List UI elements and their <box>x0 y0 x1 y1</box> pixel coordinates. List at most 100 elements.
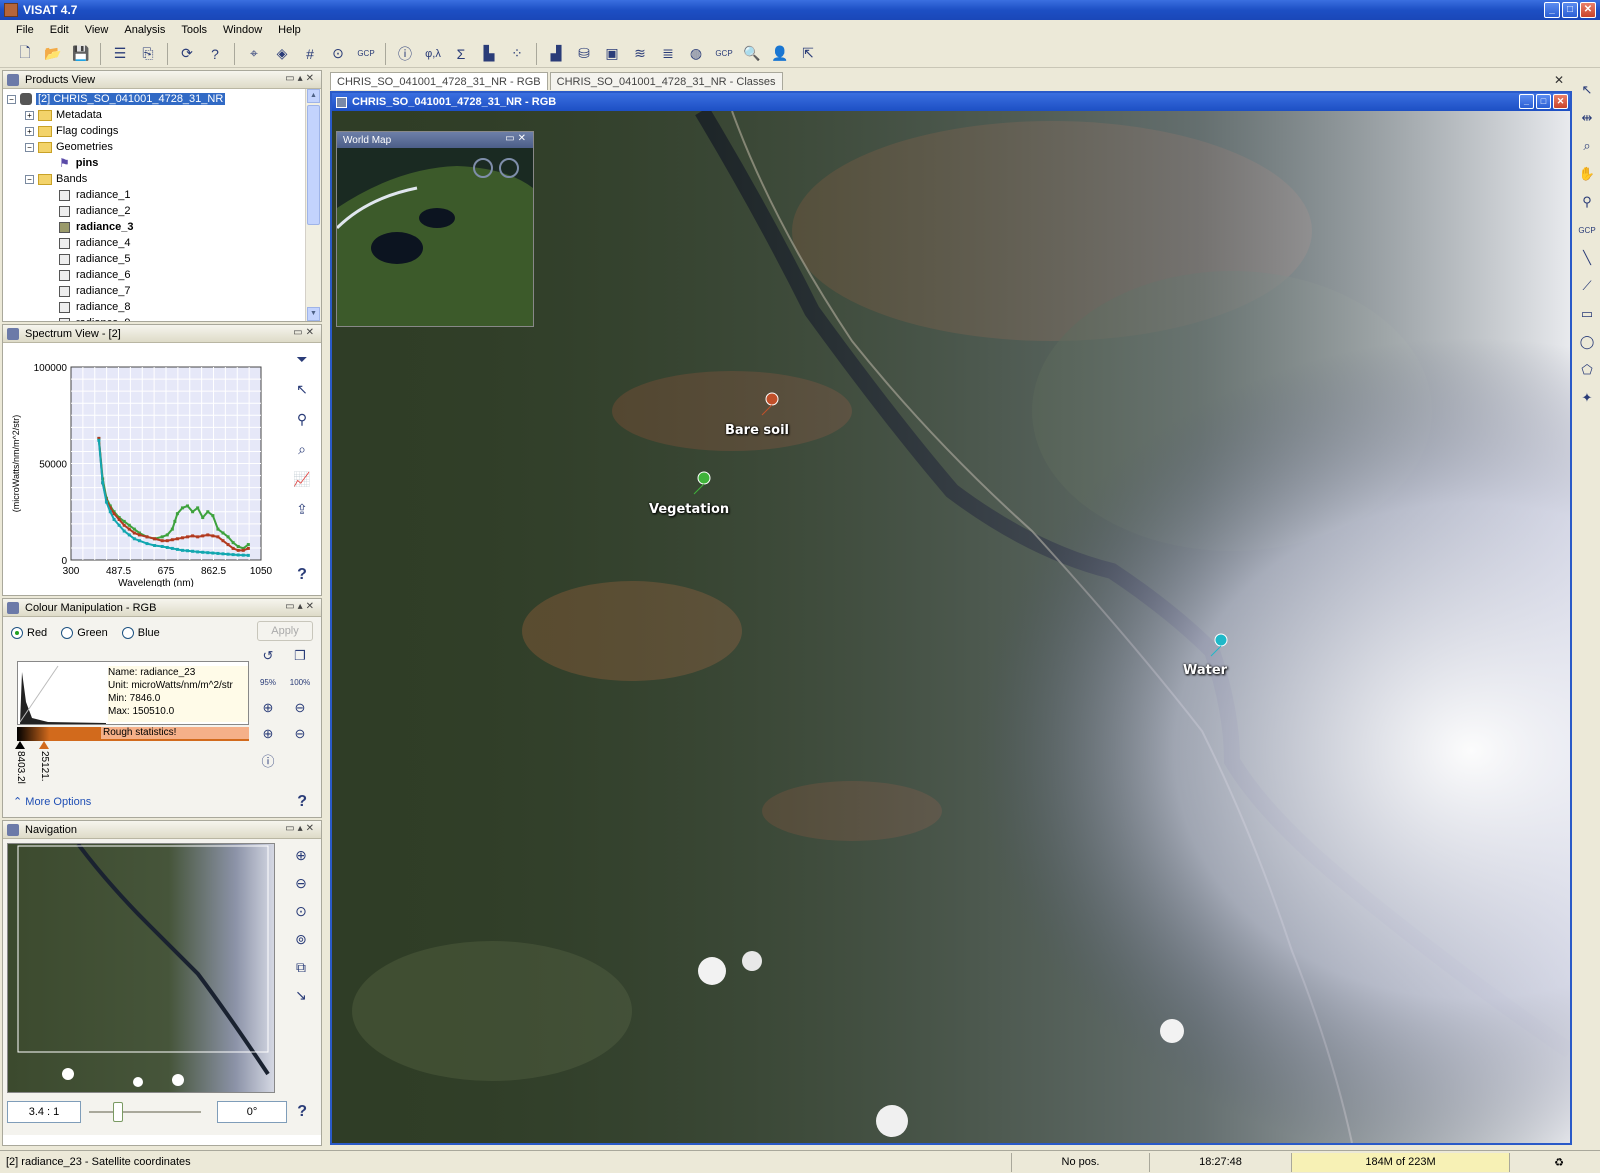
band-row[interactable]: radiance_2 <box>3 203 321 219</box>
radio-red[interactable]: Red <box>11 627 47 639</box>
line-drawing-icon[interactable]: ╲ <box>1575 246 1599 270</box>
stretch-95-icon[interactable]: 95% <box>255 671 281 693</box>
sum-icon[interactable]: Σ <box>448 42 474 66</box>
apply-button[interactable]: Apply <box>257 621 313 641</box>
zoom-out-icon[interactable]: ⊖ <box>289 871 313 895</box>
tree-metadata-row[interactable]: + Metadata <box>3 107 321 123</box>
graticule-icon[interactable]: # <box>297 42 323 66</box>
select-tool-icon[interactable]: ↖ <box>1575 78 1599 102</box>
polyline-drawing-icon[interactable]: ⟋ <box>1575 274 1599 298</box>
zoom-ratio-field[interactable]: 3.4 : 1 <box>7 1101 81 1123</box>
tree-pins-row[interactable]: ⚑ pins <box>3 155 321 171</box>
polygon-drawing-icon[interactable]: ⬠ <box>1575 358 1599 382</box>
zoom-out-horizontal-icon[interactable]: ⊖ <box>287 697 313 719</box>
max-slider-handle[interactable] <box>39 741 49 749</box>
scatter-icon[interactable]: ⁘ <box>504 42 530 66</box>
scroll-up-icon[interactable]: ▲ <box>307 89 320 103</box>
gcp-tool-icon[interactable]: GCP <box>711 42 737 66</box>
product-name[interactable]: [2] CHRIS_SO_041001_4728_31_NR <box>36 93 226 105</box>
menu-file[interactable]: File <box>8 24 42 36</box>
tree-bands-row[interactable]: − Bands <box>3 171 321 187</box>
reset-icon[interactable]: ↺ <box>255 645 281 667</box>
range-finder-icon[interactable]: ⇹ <box>1575 106 1599 130</box>
cascade-icon[interactable]: ≋ <box>627 42 653 66</box>
database-icon[interactable]: ⛁ <box>571 42 597 66</box>
globe-icon[interactable]: ◍ <box>683 42 709 66</box>
pin-manager-icon[interactable]: ⌖ <box>241 42 267 66</box>
pin-placing-icon[interactable]: ⚲ <box>1575 190 1599 214</box>
pin-marker-bare-soil[interactable] <box>765 392 779 406</box>
tree-product-row[interactable]: − [2] CHRIS_SO_041001_4728_31_NR <box>3 91 321 107</box>
stack-icon[interactable]: ≣ <box>655 42 681 66</box>
magic-wand-icon[interactable]: ✦ <box>1575 386 1599 410</box>
menu-window[interactable]: Window <box>215 24 270 36</box>
spectrum-help-icon[interactable]: ? <box>290 563 314 587</box>
info-colour-icon[interactable]: ⓘ <box>255 749 281 771</box>
zoom-slider-knob[interactable] <box>113 1102 123 1122</box>
band-row[interactable]: radiance_5 <box>3 251 321 267</box>
tree-geometries-row[interactable]: − Geometries <box>3 139 321 155</box>
open-product-icon[interactable]: 📂 <box>40 42 66 66</box>
collapse-icon[interactable]: − <box>25 142 34 152</box>
zoom-tool-icon[interactable]: ⌕ <box>1575 134 1599 158</box>
expand-icon[interactable]: + <box>25 110 34 120</box>
band-row[interactable]: radiance_9 <box>3 315 321 321</box>
menu-view[interactable]: View <box>77 24 117 36</box>
panel-controls-icon[interactable]: ▭▴✕ <box>285 823 317 834</box>
band-row[interactable]: radiance_3 <box>3 219 321 235</box>
rotation-field[interactable]: 0° <box>217 1101 287 1123</box>
layer-icon[interactable]: ◈ <box>269 42 295 66</box>
zoom-tool-icon[interactable]: 🔍 <box>739 42 765 66</box>
copy-icon[interactable]: ❐ <box>287 645 313 667</box>
statistics-icon[interactable]: ▙ <box>476 42 502 66</box>
menu-edit[interactable]: Edit <box>42 24 77 36</box>
scroll-thumb[interactable] <box>307 105 320 225</box>
sync-views-icon[interactable]: ⧉ <box>289 955 313 979</box>
gcp-placing-icon[interactable]: GCP <box>1575 218 1599 242</box>
menu-help[interactable]: Help <box>270 24 309 36</box>
tab-classes[interactable]: CHRIS_SO_041001_4728_31_NR - Classes <box>549 72 783 90</box>
navigation-help-icon[interactable]: ? <box>297 1103 307 1121</box>
close-tab-icon[interactable]: ✕ <box>1554 73 1564 87</box>
zoom-slider-track[interactable] <box>89 1111 201 1113</box>
radio-blue-dot[interactable] <box>121 627 134 639</box>
sync-cursor-icon[interactable]: ↘ <box>289 983 313 1007</box>
products-scrollbar[interactable]: ▲ ▼ <box>305 89 321 321</box>
cursor-sync-icon[interactable]: ⇱ <box>795 42 821 66</box>
pin-marker-water[interactable] <box>1214 633 1228 647</box>
overlay-icon[interactable]: ⊙ <box>325 42 351 66</box>
chart-icon[interactable]: 📈 <box>290 467 314 491</box>
collapse-icon[interactable]: − <box>7 94 16 104</box>
person-icon[interactable]: 👤 <box>767 42 793 66</box>
band-row[interactable]: radiance_6 <box>3 267 321 283</box>
band-row[interactable]: radiance_7 <box>3 283 321 299</box>
gcp-icon[interactable]: GCP <box>353 42 379 66</box>
panel-controls-icon[interactable]: ▭✕ <box>293 327 317 338</box>
panel-controls-icon[interactable]: ▭▴✕ <box>285 73 317 84</box>
zoom-all-icon[interactable]: ⊚ <box>289 927 313 951</box>
maximize-button[interactable]: □ <box>1562 2 1578 18</box>
histogram-icon[interactable]: ▟ <box>543 42 569 66</box>
colour-help-icon[interactable]: ? <box>297 793 307 811</box>
stretch-100-icon[interactable]: 100% <box>287 671 313 693</box>
navigation-thumbnail[interactable] <box>7 843 275 1093</box>
tree-flag-codings-row[interactable]: + Flag codings <box>3 123 321 139</box>
radio-blue[interactable]: Blue <box>121 627 160 639</box>
export-spectrum-icon[interactable]: ⇪ <box>290 497 314 521</box>
world-map-image[interactable] <box>335 148 533 326</box>
save-product-icon[interactable]: 💾 <box>68 42 94 66</box>
phi-lambda-icon[interactable]: φ,λ <box>420 42 446 66</box>
help-icon[interactable]: ? <box>202 42 228 66</box>
zoom-spectrum-icon[interactable]: ⌕ <box>290 437 314 461</box>
image-canvas[interactable]: Bare soil Vegetation Water World Map ▭✕ <box>332 111 1570 1143</box>
radio-green[interactable]: Green <box>61 627 108 639</box>
radio-green-dot[interactable] <box>61 627 74 639</box>
menu-tools[interactable]: Tools <box>173 24 215 36</box>
panel-controls-icon[interactable]: ▭▴✕ <box>285 601 317 612</box>
rectangle-drawing-icon[interactable]: ▭ <box>1575 302 1599 326</box>
image-minimize-button[interactable]: _ <box>1519 94 1534 109</box>
cursor-spectrum-icon[interactable]: ↖ <box>290 377 314 401</box>
close-button[interactable]: ✕ <box>1580 2 1596 18</box>
tile-icon[interactable]: ▣ <box>599 42 625 66</box>
properties-icon[interactable]: ☰ <box>107 42 133 66</box>
